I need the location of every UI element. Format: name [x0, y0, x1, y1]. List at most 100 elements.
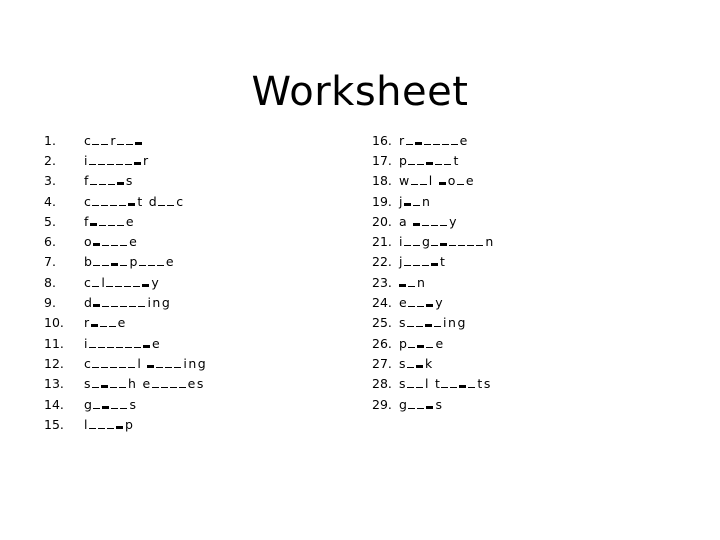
given-letter: l	[84, 416, 88, 432]
word-puzzle: bpe	[84, 254, 175, 269]
item-number: 28.	[372, 376, 392, 392]
worksheet-item: 25. s i n g	[372, 313, 495, 333]
missing-letter-blank	[92, 143, 100, 145]
missing-letter-blank	[434, 326, 442, 328]
missing-letter-blank	[106, 285, 114, 287]
worksheet-item: 22. j t	[372, 252, 495, 272]
item-number: 29.	[372, 396, 392, 412]
missing-letter-blank	[156, 265, 164, 267]
missing-letter-blank	[440, 224, 448, 226]
missing-letter-blank	[110, 204, 118, 206]
worksheet-item: 15. l p	[44, 414, 207, 434]
missing-letter-blank-bold	[403, 202, 411, 206]
missing-letter-blank	[405, 143, 413, 145]
word-puzzle: ay	[399, 214, 458, 229]
item-number: 3.	[44, 173, 56, 189]
given-letter: e	[165, 254, 174, 270]
given-letter: e	[465, 173, 474, 189]
given-letter: b	[84, 254, 92, 270]
word-puzzle: shees	[84, 376, 205, 391]
missing-letter-blank	[441, 387, 449, 389]
left-column: 1. c r 2. i r 3. f s 4. c t d c 5. f e 6. o e 7. b p e 8. c l y 9. d i…	[44, 130, 207, 434]
missing-letter-blank	[88, 427, 96, 429]
missing-letter-blank-bold	[426, 304, 434, 308]
given-letter: i	[147, 295, 151, 311]
missing-letter-blank-bold	[459, 385, 467, 389]
item-number: 6.	[44, 234, 56, 250]
missing-letter-blank	[431, 224, 439, 226]
missing-letter-blank-bold	[116, 182, 124, 186]
item-number: 16.	[372, 132, 392, 148]
item-number: 15.	[44, 416, 64, 432]
given-letter: n	[485, 234, 494, 250]
given-letter: g	[399, 396, 407, 412]
worksheet-item: 23. n	[372, 272, 495, 292]
missing-letter-blank	[129, 306, 137, 308]
missing-letter-blank	[102, 306, 110, 308]
missing-letter-blank	[416, 326, 424, 328]
given-letter: r	[84, 315, 90, 331]
missing-letter-blank	[116, 224, 124, 226]
word-puzzle: re	[84, 315, 127, 330]
worksheet-item: 26. p e	[372, 333, 495, 353]
worksheet-item: 3. f s	[44, 171, 207, 191]
right-column: 16. r e 17. p t 18. w l o e 19. j n 20. a y 21. i g n 22. j t 23…	[372, 130, 495, 414]
given-letter: s	[129, 396, 136, 412]
worksheet-item: 24. e y	[372, 292, 495, 312]
worksheet-item: 14. g s	[44, 394, 207, 414]
missing-letter-blank	[456, 184, 464, 186]
missing-letter-blank	[178, 387, 186, 389]
given-letter: s	[399, 376, 406, 392]
given-letter: i	[84, 335, 88, 351]
item-number: 9.	[44, 295, 56, 311]
missing-letter-blank	[444, 163, 452, 165]
missing-letter-blank	[88, 163, 96, 165]
given-letter: r	[399, 132, 405, 148]
given-letter: o	[84, 234, 92, 250]
given-letter: e	[459, 132, 468, 148]
missing-letter-blank	[133, 285, 141, 287]
missing-letter-blank-bold	[414, 141, 422, 145]
worksheet-item: 5. f e	[44, 211, 207, 231]
missing-letter-blank	[88, 346, 96, 348]
missing-letter-blank	[458, 245, 466, 247]
missing-letter-blank	[156, 366, 164, 368]
word-puzzle: pe	[399, 336, 445, 351]
given-letter: p	[124, 416, 133, 432]
missing-letter-blank-bold	[101, 385, 109, 389]
given-letter: o	[447, 173, 456, 189]
missing-letter-blank-bold	[413, 222, 421, 226]
missing-letter-blank	[450, 143, 458, 145]
missing-letter-blank	[407, 326, 415, 328]
missing-letter-blank	[449, 245, 457, 247]
word-puzzle: gs	[399, 397, 443, 412]
missing-letter-blank	[435, 163, 443, 165]
missing-letter-blank-bold	[142, 283, 150, 287]
missing-letter-blank-bold	[93, 304, 101, 308]
given-letter: p	[129, 254, 138, 270]
word-puzzle: sltts	[399, 376, 492, 391]
missing-letter-blank-bold	[430, 263, 438, 267]
item-number: 1.	[44, 132, 56, 148]
missing-letter-blank	[124, 163, 132, 165]
given-letter: h	[128, 376, 136, 392]
missing-letter-blank	[92, 366, 100, 368]
given-letter: d	[84, 295, 92, 311]
missing-letter-blank	[138, 306, 146, 308]
missing-letter-blank	[417, 306, 425, 308]
missing-letter-blank	[101, 366, 109, 368]
given-letter: i	[399, 234, 403, 250]
given-letter: l	[425, 376, 429, 392]
word-puzzle: cl y	[84, 275, 160, 290]
given-letter: i	[443, 315, 447, 331]
given-letter: s	[399, 315, 406, 331]
missing-letter-blank	[410, 184, 418, 186]
word-puzzle: jn	[399, 194, 431, 209]
word-puzzle: fs	[84, 173, 134, 188]
given-letter: s	[399, 355, 406, 371]
item-number: 17.	[372, 152, 392, 168]
item-number: 4.	[44, 193, 56, 209]
missing-letter-blank	[174, 366, 182, 368]
item-number: 12.	[44, 355, 64, 371]
missing-letter-blank	[468, 387, 476, 389]
